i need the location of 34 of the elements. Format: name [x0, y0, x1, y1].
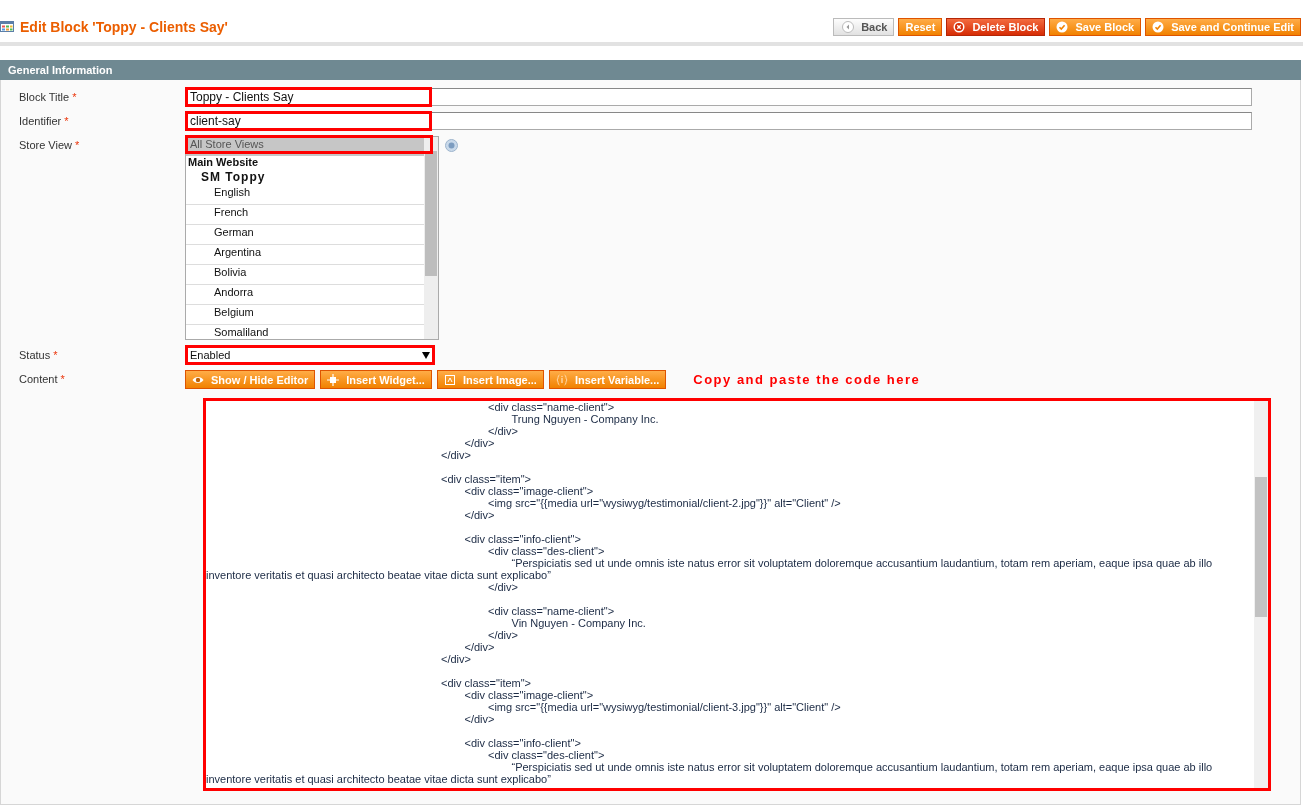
- checkmark-icon: [1152, 20, 1165, 33]
- annotation-note: Copy and paste the code here: [693, 372, 921, 387]
- field-label: Store View *: [18, 138, 81, 153]
- list-option[interactable]: Bolivia: [186, 265, 424, 285]
- code-editor[interactable]: <div class="name-client"> Trung Nguyen - Company Inc. </div> </div> </div> <div class="item"> <div class="image-client"> <img src="{{media url="wysiwyg/testimonial/client-2.jpg"}}" alt="Client" /> </div> <div class="info-client"> <div class="des-client"> “Perspiciatis sed ut unde omnis iste natus error sit voluptatem doloremque accusantium laudantium, totam rem aperiam, eaque ipsa quae ab illo inventore veritatis et quasi architecto beatae vitae dicta sunt explicabo” </div> <div class="name-client"> Vin Nguyen - Company Inc. </div> </div> </div> <div class="item"> <div class="image-client"> <img src="{{media url="wysiwyg/testimonial/client-3.jpg"}}" alt="Client" /> </div> <div class="info-client"> <div class="des-client"> “Perspiciatis sed ut unde omnis iste natus error sit voluptatem doloremque accusantium laudantium, totam rem aperiam, eaque ipsa quae ab illo inventore veritatis et quasi architecto beatae vitae dicta sunt explicabo”: [203, 398, 1271, 791]
- list-option[interactable]: Andorra: [186, 285, 424, 305]
- page-title: Edit Block 'Toppy - Clients Say': [20, 18, 228, 35]
- list-option[interactable]: French: [186, 205, 424, 225]
- back-button[interactable]: Back: [833, 17, 895, 36]
- list-option[interactable]: Belgium: [186, 305, 424, 325]
- option-group-label: Main Website: [187, 156, 260, 170]
- caret-icon: [422, 351, 430, 359]
- checkmark-icon: [1056, 20, 1069, 33]
- text-field[interactable]: client-say: [185, 112, 1252, 130]
- field-label: Status *: [18, 348, 59, 363]
- close-icon: [953, 20, 966, 33]
- scrollbar[interactable]: [424, 137, 438, 339]
- field-label: Block Title *: [18, 90, 78, 105]
- scrollbar[interactable]: [1254, 401, 1268, 788]
- image-icon: [443, 373, 456, 386]
- list-option[interactable]: English: [186, 185, 424, 205]
- list-option[interactable]: German: [186, 225, 424, 245]
- variable-icon: [555, 373, 568, 386]
- widget-icon: [327, 373, 340, 386]
- list-option[interactable]: Argentina: [186, 245, 424, 265]
- section-header: General Information: [0, 60, 1301, 80]
- field-label: Identifier *: [18, 114, 70, 129]
- option-group-label: SM Toppy: [200, 170, 267, 185]
- grid-icon: [0, 21, 14, 32]
- delete-button[interactable]: Delete Block: [946, 17, 1046, 36]
- text-field[interactable]: Toppy - Clients Say: [185, 88, 1252, 106]
- help-icon: [445, 139, 458, 152]
- field-label: Content *: [18, 372, 66, 387]
- store-view-list[interactable]: All Store Views Main Website SM Toppy English French German Argentina Bolivia Andorra Belgium Somaliland: [185, 136, 439, 340]
